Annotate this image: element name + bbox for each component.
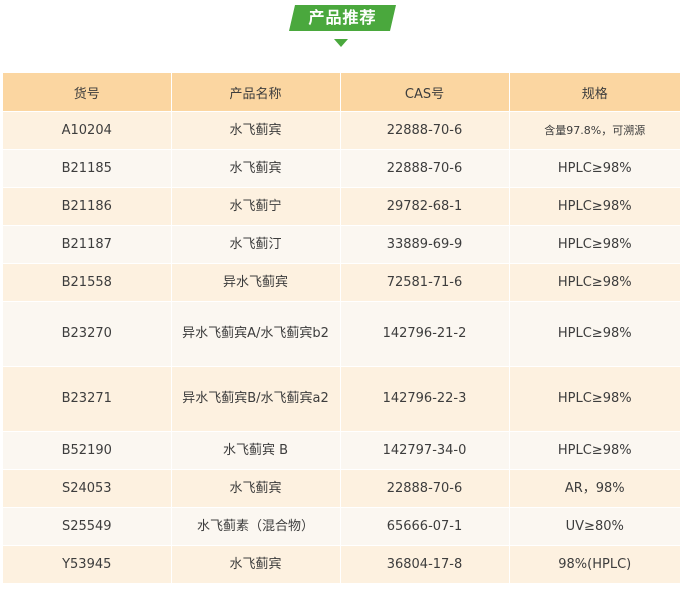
table-row: S25549 水飞蓟素（混合物） 65666-07-1 UV≥80% xyxy=(3,507,680,546)
product-name-cell: 水飞蓟宾 xyxy=(171,469,341,508)
product-name-cell: 水飞蓟宾 xyxy=(171,149,341,188)
cas-cell: 22888-70-6 xyxy=(340,469,510,508)
title-badge: 产品推荐 xyxy=(289,5,396,31)
product-name-cell: 水飞蓟宾 B xyxy=(171,431,341,470)
cas-cell: 65666-07-1 xyxy=(340,507,510,546)
product-name-cell: 水飞蓟宾 xyxy=(171,111,341,150)
item-no-cell: S24053 xyxy=(3,469,172,508)
item-no-cell: B21558 xyxy=(3,263,172,302)
column-header-item-no: 货号 xyxy=(3,73,172,112)
column-header-product-name: 产品名称 xyxy=(171,73,341,112)
item-no-cell: B21185 xyxy=(3,149,172,188)
product-name-cell: 水飞蓟汀 xyxy=(171,225,341,264)
item-no-cell: Y53945 xyxy=(3,545,172,584)
spec-cell: UV≥80% xyxy=(509,507,680,546)
table-row: S24053 水飞蓟宾 22888-70-6 AR，98% xyxy=(3,469,680,508)
spec-cell: 含量97.8%，可溯源 xyxy=(509,111,680,150)
spec-cell: HPLC≥98% xyxy=(509,225,680,264)
spec-cell: HPLC≥98% xyxy=(509,149,680,188)
item-no-cell: A10204 xyxy=(3,111,172,150)
spec-cell: AR，98% xyxy=(509,469,680,508)
item-no-cell: B21187 xyxy=(3,225,172,264)
table-row: B21186 水飞蓟宁 29782-68-1 HPLC≥98% xyxy=(3,187,680,226)
spec-cell: HPLC≥98% xyxy=(509,263,680,302)
product-name-cell: 异水飞蓟宾B/水飞蓟宾a2 xyxy=(171,366,341,432)
table-row: Y53945 水飞蓟宾 36804-17-8 98%(HPLC) xyxy=(3,545,680,584)
product-name-cell: 异水飞蓟宾A/水飞蓟宾b2 xyxy=(171,301,341,367)
spec-cell: HPLC≥98% xyxy=(509,366,680,432)
spec-cell: HPLC≥98% xyxy=(509,431,680,470)
column-header-spec: 规格 xyxy=(509,73,680,112)
product-table: 货号 产品名称 CAS号 规格 A10204 水飞蓟宾 22888-70-6 含… xyxy=(3,73,680,584)
item-no-cell: B23271 xyxy=(3,366,172,432)
cas-cell: 142796-21-2 xyxy=(340,301,510,367)
table-row: B23270 异水飞蓟宾A/水飞蓟宾b2 142796-21-2 HPLC≥98… xyxy=(3,301,680,367)
triangle-down-icon xyxy=(334,39,348,47)
spec-cell: HPLC≥98% xyxy=(509,187,680,226)
cas-cell: 29782-68-1 xyxy=(340,187,510,226)
table-row: B23271 异水飞蓟宾B/水飞蓟宾a2 142796-22-3 HPLC≥98… xyxy=(3,366,680,432)
cas-cell: 36804-17-8 xyxy=(340,545,510,584)
spec-cell: 98%(HPLC) xyxy=(509,545,680,584)
product-name-cell: 异水飞蓟宾 xyxy=(171,263,341,302)
table-row: B21558 异水飞蓟宾 72581-71-6 HPLC≥98% xyxy=(3,263,680,302)
item-no-cell: B23270 xyxy=(3,301,172,367)
item-no-cell: S25549 xyxy=(3,507,172,546)
product-name-cell: 水飞蓟素（混合物） xyxy=(171,507,341,546)
column-header-cas: CAS号 xyxy=(340,73,510,112)
section-title: 产品推荐 xyxy=(308,8,377,27)
item-no-cell: B52190 xyxy=(3,431,172,470)
cas-cell: 142797-34-0 xyxy=(340,431,510,470)
cas-cell: 22888-70-6 xyxy=(340,149,510,188)
table-row: A10204 水飞蓟宾 22888-70-6 含量97.8%，可溯源 xyxy=(3,111,680,150)
table-row: B21187 水飞蓟汀 33889-69-9 HPLC≥98% xyxy=(3,225,680,264)
cas-cell: 22888-70-6 xyxy=(340,111,510,150)
table-row: B21185 水飞蓟宾 22888-70-6 HPLC≥98% xyxy=(3,149,680,188)
table-row: B52190 水飞蓟宾 B 142797-34-0 HPLC≥98% xyxy=(3,431,680,470)
cas-cell: 72581-71-6 xyxy=(340,263,510,302)
table-header-row: 货号 产品名称 CAS号 规格 xyxy=(3,73,680,112)
product-name-cell: 水飞蓟宁 xyxy=(171,187,341,226)
spec-cell: HPLC≥98% xyxy=(509,301,680,367)
cas-cell: 142796-22-3 xyxy=(340,366,510,432)
section-header: 产品推荐 xyxy=(0,0,691,60)
product-name-cell: 水飞蓟宾 xyxy=(171,545,341,584)
cas-cell: 33889-69-9 xyxy=(340,225,510,264)
item-no-cell: B21186 xyxy=(3,187,172,226)
